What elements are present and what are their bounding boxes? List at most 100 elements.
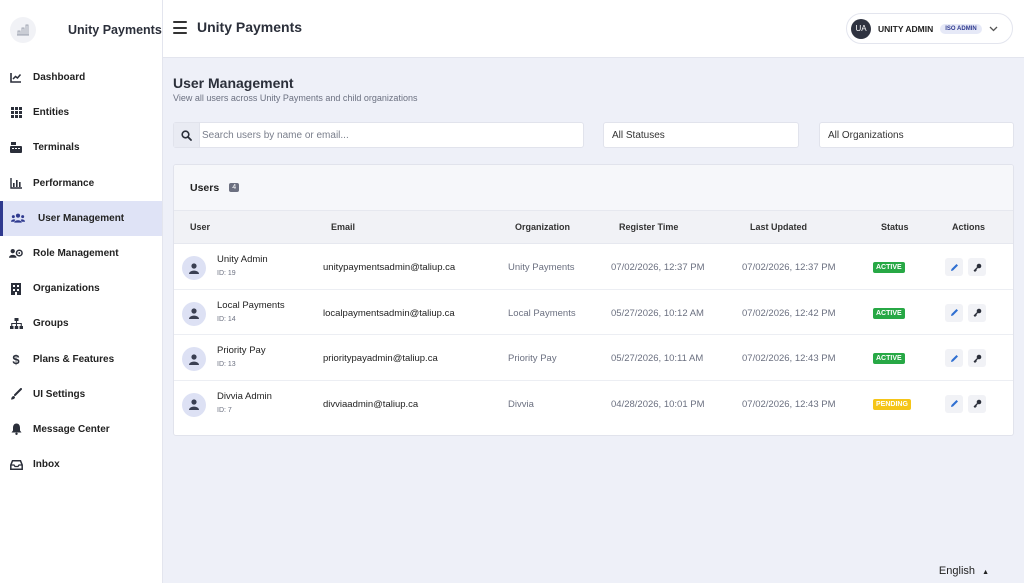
column-header-last-updated: Last Updated — [750, 222, 808, 232]
user-avatar-icon — [182, 392, 206, 417]
menu-icon[interactable] — [173, 21, 187, 34]
sidebar-item-label: Entities — [33, 107, 70, 119]
sidebar-item-label: Plans & Features — [33, 353, 115, 365]
register-time: 05/27/2026, 10:11 AM — [611, 353, 704, 364]
table-row: Priority Pay ID: 13 prioritypayadmin@tal… — [174, 335, 1013, 381]
sidebar-item-dashboard[interactable]: Dashboard — [0, 60, 162, 95]
status-badge: PENDING — [873, 398, 911, 410]
status-badge: ACTIVE — [873, 307, 905, 319]
reset-password-button[interactable] — [968, 394, 986, 413]
user-organization: Divvia — [508, 398, 534, 410]
user-email: localpaymentsadmin@taliup.ca — [323, 307, 455, 319]
user-name: Divvia Admin — [217, 390, 272, 402]
grid-icon — [9, 106, 23, 120]
table-row: Local Payments ID: 14 localpaymentsadmin… — [174, 290, 1013, 335]
edit-button[interactable] — [945, 394, 963, 413]
pencil-icon — [950, 309, 958, 316]
last-updated: 07/02/2026, 12:42 PM — [742, 307, 836, 319]
sidebar-item-terminals[interactable]: Terminals — [0, 130, 162, 165]
user-email: prioritypayadmin@taliup.ca — [323, 353, 438, 364]
sidebar-item-performance[interactable]: Performance — [0, 166, 162, 201]
search-box — [173, 122, 584, 148]
sidebar-item-ui-settings[interactable]: UI Settings — [0, 377, 162, 412]
reset-password-button[interactable] — [968, 349, 986, 367]
table-row: Unity Admin ID: 19 unitypaymentsadmin@ta… — [174, 244, 1013, 290]
sidebar-item-label: Message Center — [33, 423, 110, 435]
sidebar-item-label: UI Settings — [33, 388, 86, 400]
user-organization: Unity Payments — [508, 262, 575, 273]
bell-icon — [9, 422, 23, 436]
sidebar-item-label: Groups — [33, 318, 69, 330]
user-id: ID: 19 — [217, 270, 236, 277]
sidebar-item-label: Role Management — [33, 248, 119, 260]
register-time: 07/02/2026, 12:37 PM — [611, 262, 705, 273]
user-id: ID: 14 — [217, 315, 236, 323]
language-selector[interactable]: English ▲ — [939, 565, 989, 577]
sidebar-item-role-management[interactable]: Role Management — [0, 236, 162, 271]
sidebar: Unity Payments Dashboard Entities Termin… — [0, 0, 163, 583]
status-badge: ACTIVE — [873, 262, 905, 273]
reset-password-button[interactable] — [968, 303, 986, 322]
sidebar-nav: Dashboard Entities Terminals Performance… — [0, 60, 162, 482]
user-id: ID: 7 — [217, 406, 232, 414]
status-badge: ACTIVE — [873, 353, 905, 364]
sidebar-item-plans-features[interactable]: $ Plans & Features — [0, 342, 162, 377]
user-email: divviaadmin@taliup.ca — [323, 398, 419, 410]
brand-name: Unity Payments — [68, 23, 162, 37]
header-title: Unity Payments — [197, 19, 303, 35]
sitemap-icon — [9, 317, 23, 331]
user-organization: Priority Pay — [508, 353, 557, 364]
role-badge: ISO ADMIN — [940, 23, 982, 34]
sidebar-item-organizations[interactable]: Organizations — [0, 271, 162, 306]
edit-button[interactable] — [945, 258, 963, 276]
sidebar-item-label: Terminals — [33, 142, 80, 154]
key-icon — [973, 399, 981, 408]
sidebar-item-inbox[interactable]: Inbox — [0, 447, 162, 482]
user-avatar-icon — [182, 301, 206, 326]
sidebar-item-label: User Management — [38, 212, 125, 224]
table-row: Divvia Admin ID: 7 divviaadmin@taliup.ca… — [174, 381, 1013, 427]
cash-register-icon — [9, 141, 23, 155]
search-input[interactable] — [200, 129, 570, 141]
key-icon — [973, 354, 981, 363]
user-avatar-icon — [182, 256, 206, 280]
line-chart-icon — [9, 71, 23, 85]
register-time: 04/28/2026, 10:01 PM — [611, 398, 705, 410]
inbox-icon — [9, 458, 23, 472]
card-title: Users — [190, 181, 220, 194]
user-name: UNITY ADMIN — [878, 23, 934, 34]
brand: Unity Payments — [0, 0, 162, 60]
user-id: ID: 13 — [217, 361, 236, 368]
sidebar-item-label: Dashboard — [33, 72, 86, 84]
pencil-icon — [950, 400, 958, 407]
user-organization: Local Payments — [508, 307, 576, 319]
key-icon — [973, 263, 981, 272]
sidebar-item-label: Performance — [33, 177, 95, 189]
column-header-actions: Actions — [952, 222, 986, 232]
dollar-icon: $ — [12, 351, 20, 367]
column-header-user: User — [190, 222, 211, 232]
organization-filter-select[interactable]: All Organizations — [819, 122, 1014, 148]
count-badge: 4 — [229, 183, 240, 192]
user-avatar-icon — [182, 347, 206, 371]
sidebar-item-user-management[interactable]: User Management — [0, 200, 162, 236]
last-updated: 07/02/2026, 12:43 PM — [742, 398, 836, 410]
users-table-card: Users 4 User Email Organization Register… — [173, 164, 1014, 436]
column-header-status: Status — [881, 222, 909, 232]
user-name: Priority Pay — [217, 345, 266, 356]
reset-password-button[interactable] — [968, 258, 986, 276]
search-icon — [174, 123, 200, 147]
sidebar-item-entities[interactable]: Entities — [0, 95, 162, 130]
page-subtitle: View all users across Unity Payments and… — [173, 93, 418, 103]
user-menu[interactable]: UA UNITY ADMIN ISO ADMIN — [846, 13, 1013, 44]
edit-button[interactable] — [945, 303, 963, 322]
table-header: User Email Organization Register Time La… — [174, 211, 1013, 244]
main-content: User Management View all users across Un… — [163, 58, 1024, 583]
edit-button[interactable] — [945, 349, 963, 367]
chart-logo-icon[interactable] — [10, 17, 36, 43]
topbar: Unity Payments UA UNITY ADMIN ISO ADMIN — [163, 0, 1024, 58]
sidebar-item-groups[interactable]: Groups — [0, 306, 162, 341]
sidebar-item-message-center[interactable]: Message Center — [0, 412, 162, 447]
status-filter-select[interactable]: All Statuses — [603, 122, 799, 148]
pencil-icon — [950, 354, 958, 362]
